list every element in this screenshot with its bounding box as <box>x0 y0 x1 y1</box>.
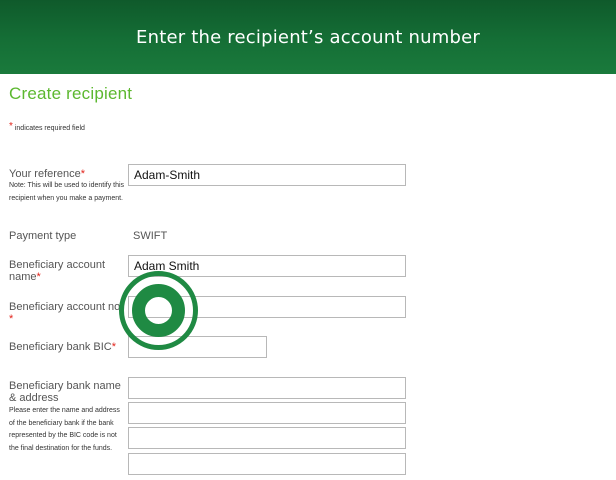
bank-address-line-4-input[interactable] <box>128 453 406 475</box>
banner-title: Enter the recipient’s account number <box>136 26 480 48</box>
your-reference-input[interactable] <box>128 164 406 186</box>
required-note-text: indicates required field <box>14 125 85 132</box>
beneficiary-account-name-label-text: Beneficiary account name <box>9 259 105 283</box>
required-field-note: * indicates required field <box>9 121 85 132</box>
beneficiary-bank-name-address-note: Please enter the name and address of the… <box>9 407 120 452</box>
bank-address-line-2-input[interactable] <box>128 402 406 424</box>
beneficiary-account-number-label: Beneficiary account no * <box>9 301 129 325</box>
beneficiary-bank-bic-label: Beneficiary bank BIC* <box>9 341 116 353</box>
required-star: * <box>80 168 86 180</box>
beneficiary-account-number-label-text: Beneficiary account no <box>9 301 121 313</box>
payment-type-value: SWIFT <box>133 230 168 242</box>
your-reference-note: Note: This will be used to identify this… <box>9 182 125 202</box>
required-star: * <box>36 271 41 283</box>
required-star: * <box>9 313 14 325</box>
beneficiary-bank-name-address-label: Beneficiary bank name & address <box>9 380 121 404</box>
beneficiary-account-name-label: Beneficiary account name* <box>9 259 119 283</box>
bank-address-line-1-input[interactable] <box>128 377 406 399</box>
bank-address-line-3-input[interactable] <box>128 427 406 449</box>
beneficiary-bank-bic-label-text: Beneficiary bank BIC <box>9 341 112 353</box>
beneficiary-account-name-input[interactable] <box>128 255 406 277</box>
payment-type-label: Payment type <box>9 230 77 242</box>
required-star: * <box>111 341 116 353</box>
header-banner: Enter the recipient’s account number <box>0 0 616 74</box>
your-reference-label: Your reference* <box>9 168 85 180</box>
beneficiary-account-number-input[interactable] <box>128 296 406 318</box>
required-star: * <box>9 121 13 132</box>
beneficiary-bank-bic-input[interactable] <box>128 336 267 358</box>
your-reference-label-text: Your reference <box>9 168 81 180</box>
page-title: Create recipient <box>9 84 133 103</box>
